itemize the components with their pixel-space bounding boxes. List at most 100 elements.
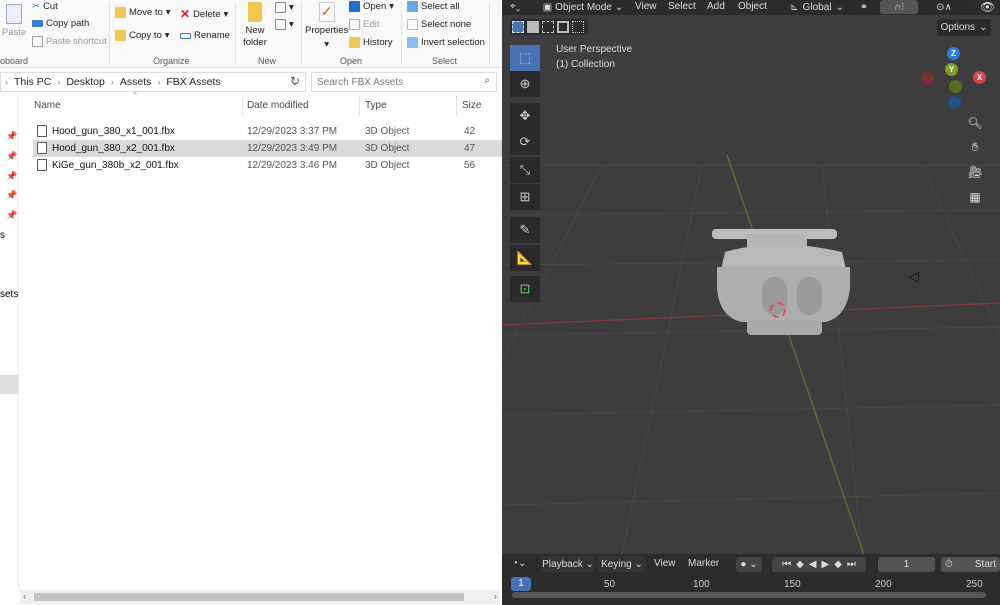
properties-button[interactable]: ✓ Properties ▾ (305, 2, 348, 50)
move-tool[interactable]: ✥ (510, 103, 540, 129)
start-frame-field[interactable]: ⏱ Start (941, 557, 1000, 572)
paste-button[interactable]: Paste (2, 4, 26, 38)
cursor-tool[interactable]: ⊕ (510, 71, 540, 97)
options-dropdown[interactable]: Options ⌄ (937, 19, 991, 36)
auto-keying-toggle[interactable]: ● ⌄ (736, 557, 762, 572)
timeline-editor-icon[interactable]: ◔⌄ (512, 558, 526, 569)
select-box-tool[interactable]: ⬚ (510, 45, 540, 71)
annotate-tool[interactable]: ✎ (510, 217, 540, 243)
scale-tool[interactable]: ⤡ (510, 157, 540, 183)
nav-item-fragment[interactable]: s (0, 230, 5, 241)
menu-select[interactable]: Select (668, 1, 696, 12)
scrollbar-thumb[interactable] (34, 593, 464, 601)
scroll-left-icon[interactable]: ‹ (23, 591, 26, 601)
snap-toggle[interactable]: ∩⫶ (880, 0, 918, 14)
current-frame-badge[interactable]: 1 (511, 577, 531, 591)
nav-item-selected[interactable] (0, 375, 18, 394)
next-keyframe-icon[interactable]: ◆ (834, 559, 842, 570)
easy-access-button[interactable]: ▾ (275, 19, 294, 30)
add-cube-tool[interactable]: ⊡ (510, 276, 540, 302)
select-new-icon[interactable] (512, 21, 524, 33)
column-name[interactable]: Name (34, 100, 61, 111)
marker-menu[interactable]: Marker (688, 558, 719, 569)
menu-object[interactable]: Object (738, 1, 767, 12)
play-reverse-icon[interactable]: ◀ (809, 559, 817, 570)
gizmo-z-axis[interactable]: Z (947, 47, 960, 60)
menu-view[interactable]: View (635, 1, 657, 12)
invert-selection-button[interactable]: Invert selection (407, 37, 485, 48)
nav-item-fragment[interactable]: sets (0, 289, 18, 300)
copy-to-label: Copy to (129, 30, 162, 41)
select-none-button[interactable]: Select none (407, 19, 471, 30)
current-frame-field[interactable]: 1 (878, 557, 935, 572)
copy-to-button[interactable]: Copy to ▾ (115, 30, 170, 41)
select-extend-icon[interactable] (527, 21, 539, 33)
new-folder-button[interactable]: New folder (243, 2, 267, 49)
select-intersect-icon[interactable] (572, 21, 584, 33)
turret-model[interactable] (707, 222, 857, 337)
refresh-icon[interactable]: ↻ (290, 74, 300, 88)
jump-end-icon[interactable]: ⏭ (847, 559, 856, 570)
menu-add[interactable]: Add (707, 1, 725, 12)
search-input[interactable]: Search FBX Assets ⌕ (311, 72, 497, 92)
frame-range-scrollbar[interactable] (512, 592, 986, 598)
file-size: 47 (464, 143, 476, 154)
visibility-icon[interactable]: 👁 (980, 0, 995, 14)
camera-icon[interactable]: ◁ (908, 268, 919, 285)
file-row[interactable]: KiGe_gun_380b_x2_001.fbx 12/29/2023 3:46 … (33, 157, 502, 174)
mode-dropdown[interactable]: ▣ Object Mode ⌄ (540, 0, 626, 14)
keying-menu[interactable]: Keying ⌄ (598, 556, 646, 572)
zoom-icon[interactable]: 🔍︎ (964, 112, 986, 134)
play-icon[interactable]: ▶ (822, 559, 830, 570)
jump-start-icon[interactable]: ⏮ (782, 559, 791, 570)
gizmo-neg-z-axis[interactable] (948, 96, 961, 109)
sort-up-icon: ^ (133, 91, 137, 100)
scroll-right-icon[interactable]: › (494, 591, 497, 601)
gizmo-x-axis[interactable]: X (973, 71, 986, 84)
options-label: Options (940, 22, 976, 33)
breadcrumb-assets[interactable]: Assets (120, 76, 152, 88)
new-item-button[interactable]: ▾ (275, 2, 294, 13)
rotate-tool[interactable]: ⟳ (510, 129, 540, 155)
proportional-editing[interactable]: ⊙∧ (926, 0, 962, 14)
address-bar[interactable]: › This PC › Desktop › Assets › FBX Assets ⌄ (0, 72, 306, 92)
history-button[interactable]: History (349, 37, 393, 48)
open-button[interactable]: Open ▾ (349, 1, 394, 12)
dropdown-icon: ▾ (223, 8, 229, 20)
blender-window: ◁ ⌖⌄ ▣ Object Mode ⌄ View Select Add Objec… (502, 0, 1000, 605)
timeline-view-menu[interactable]: View (654, 558, 676, 569)
select-invert-icon[interactable] (557, 21, 569, 33)
move-to-button[interactable]: Move to ▾ (115, 7, 171, 18)
orientation-dropdown[interactable]: ⊾ Global ⌄ (786, 0, 848, 14)
pan-hand-icon[interactable]: ✋︎ (964, 136, 986, 158)
delete-button[interactable]: ✕ Delete ▾ (180, 7, 228, 21)
editor-type-icon[interactable]: ⌖⌄ (510, 1, 520, 12)
select-subtract-icon[interactable] (542, 21, 554, 33)
cut-button[interactable]: ✂ Cut (32, 1, 58, 12)
file-row-selected[interactable]: Hood_gun_380_x2_001.fbx 12/29/2023 3:49 P… (33, 140, 502, 157)
rename-button[interactable]: Rename (180, 30, 230, 41)
file-row[interactable]: Hood_gun_380_x1_001.fbx 12/29/2023 3:37 P… (33, 123, 502, 140)
pivot-dropdown[interactable]: ⚭ (853, 0, 875, 14)
column-size[interactable]: Size (462, 100, 481, 111)
gizmo-y-axis[interactable]: Y (945, 63, 958, 76)
transform-tool[interactable]: ⊞ (510, 184, 540, 210)
select-all-button[interactable]: Select all (407, 1, 460, 12)
camera-view-icon[interactable]: 🎥︎ (964, 161, 986, 183)
3d-cursor-icon[interactable] (770, 302, 786, 318)
gizmo-neg-x-axis[interactable] (921, 72, 934, 85)
breadcrumb-fbx-assets[interactable]: FBX Assets (166, 76, 220, 88)
breadcrumb-this-pc[interactable]: This PC (14, 76, 51, 88)
playback-menu[interactable]: Playback ⌄ (542, 556, 594, 572)
edit-button[interactable]: Edit (349, 19, 379, 30)
measure-tool[interactable]: 📐 (510, 245, 540, 271)
gizmo-neg-y-axis[interactable] (949, 80, 962, 93)
breadcrumb-desktop[interactable]: Desktop (66, 76, 105, 88)
copy-path-button[interactable]: Copy path (32, 18, 89, 29)
column-type[interactable]: Type (365, 100, 387, 111)
prev-keyframe-icon[interactable]: ◆ (796, 559, 804, 570)
column-date-modified[interactable]: Date modified (247, 100, 309, 111)
grid-view-icon[interactable]: ▦ (964, 186, 986, 208)
paste-shortcut-button[interactable]: Paste shortcut (32, 36, 107, 47)
horizontal-scrollbar[interactable]: ‹ › (20, 590, 500, 604)
